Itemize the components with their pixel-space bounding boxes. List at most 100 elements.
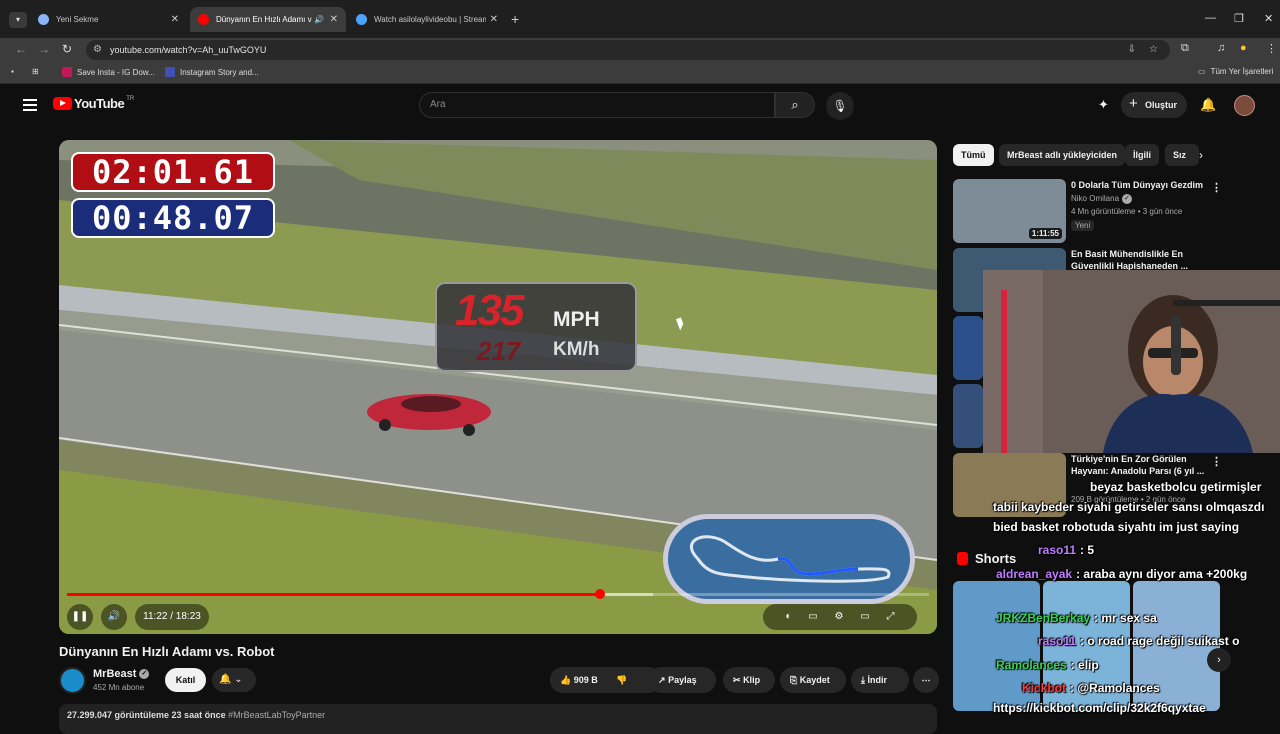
bookmark-instagram-story[interactable]: Instagram Story and... [165, 67, 259, 77]
all-bookmarks[interactable]: ▭ Tüm Yer İşaretleri [1198, 67, 1273, 76]
fullscreen-icon[interactable]: ⤢ [887, 611, 895, 622]
more-vertical-icon[interactable]: ⋮ [1211, 181, 1222, 194]
more-actions-button[interactable]: ⋯ [913, 667, 939, 693]
settings-gear-icon[interactable]: ⚙ [835, 611, 844, 622]
hashtags[interactable]: #MrBeastLabToyPartner [228, 710, 325, 720]
close-tab-icon[interactable]: ✕ [171, 14, 179, 25]
speaker-icon[interactable]: 🔊 [314, 15, 324, 24]
tab-youtube[interactable]: Dünyanın En Hızlı Adamı vs. 🔊 ✕ [190, 7, 346, 32]
bookmark-label: Instagram Story and... [180, 67, 259, 77]
bookmark-favicon-icon [165, 67, 175, 77]
description-box[interactable]: 27.299.047 görüntüleme 23 saat önce #MrB… [59, 704, 937, 734]
url-bar[interactable]: ⚙ youtube.com/watch?v=Ah_uuTwGOYU ⇩ ☆ [86, 40, 1170, 60]
thumbs-up-icon: 👍 [560, 675, 572, 685]
youtube-logo[interactable]: YouTube TR [53, 96, 134, 111]
clip-button[interactable]: ✂ Klip [723, 667, 775, 693]
video-thumbnail[interactable]: 1:11:55 [953, 179, 1066, 243]
subscription-bell-button[interactable]: 🔔 ⌄ [212, 668, 256, 692]
apps-grid-icon[interactable]: ⊞ [32, 67, 39, 76]
video-thumbnail[interactable] [953, 316, 983, 380]
window-close-icon[interactable]: ✕ [1264, 12, 1273, 25]
chip-all[interactable]: Tümü [953, 144, 994, 166]
recommendation-item[interactable]: 1:11:55 0 Dolarla Tüm Dünyayı Gezdim Nik… [953, 179, 1273, 243]
youtube-favicon-icon [198, 14, 209, 25]
video-player[interactable]: 02:01.61 00:48.07 135 MPH 217 KM/h ❚❚ 🔊 … [59, 140, 937, 634]
restore-icon[interactable]: ❐ [1234, 12, 1244, 25]
right-controls: ◐ ▭ ⚙ ▭ ⤢ [763, 604, 917, 630]
tab-new-tab[interactable]: Yeni Sekme ✕ [30, 7, 187, 32]
tab-stream[interactable]: Watch asilolaylivideobu | Stream ✕ [348, 7, 506, 32]
chat-message: aldrean_ayak: araba aynı diyor ama +200k… [996, 567, 1247, 581]
close-tab-icon[interactable]: ✕ [330, 14, 338, 25]
more-horizontal-icon: ⋯ [921, 675, 931, 685]
forward-icon[interactable]: → [38, 42, 50, 56]
shorts-header: Shorts [957, 551, 1016, 566]
webcam-frame [983, 270, 1280, 453]
channel-name[interactable]: MrBeast ✓ [93, 668, 150, 680]
extension-badge-icon[interactable]: ● [1240, 42, 1247, 54]
shorts-next-button[interactable]: › [1207, 648, 1231, 672]
autoplay-toggle[interactable]: ◐ [785, 611, 791, 622]
video-title: Dünyanın En Hızlı Adamı vs. Robot [59, 644, 275, 659]
search-button[interactable]: ⌕ [775, 92, 815, 118]
speed-mph-value: 135 [455, 286, 524, 335]
install-icon[interactable]: ⇩ [1128, 40, 1136, 60]
search-input[interactable]: Ara [419, 92, 775, 118]
studio-icon[interactable]: ✦ [1098, 97, 1109, 113]
all-bookmarks-label: Tüm Yer İşaretleri [1210, 67, 1274, 76]
browser-menu-icon[interactable]: ⋮ [1266, 42, 1277, 55]
theater-mode-icon[interactable]: ▭ [860, 611, 869, 622]
media-control-icon[interactable]: ♫ [1217, 42, 1225, 54]
scrubber-handle[interactable] [594, 589, 605, 599]
reload-icon[interactable]: ↻ [62, 42, 72, 56]
bookmark-save-insta[interactable]: Save Insta - IG Dow... [62, 67, 155, 77]
channel-avatar[interactable] [59, 667, 86, 694]
like-dislike-group: 👍 909 B 👎 [550, 667, 662, 693]
voice-search-button[interactable]: 🎙 [826, 92, 854, 120]
progress-bar[interactable] [67, 589, 929, 599]
download-label: İndir [867, 675, 888, 685]
bookmark-star-icon[interactable]: ☆ [1149, 40, 1158, 60]
back-icon[interactable]: ← [15, 42, 27, 56]
share-button[interactable]: ↗ Paylaş [648, 667, 716, 693]
download-icon: ⤓ [861, 675, 865, 685]
like-button[interactable]: 👍 909 B [560, 675, 598, 685]
site-info-icon[interactable]: ⚙ [93, 40, 102, 60]
chip-for-you[interactable]: Sız [1165, 144, 1199, 166]
share-label: Paylaş [668, 675, 697, 685]
recommendation-title: 0 Dolarla Tüm Dünyayı Gezdim [1071, 180, 1204, 190]
dislike-button[interactable]: 👎 [616, 675, 627, 685]
new-badge: Yeni [1071, 220, 1095, 231]
pause-button[interactable]: ❚❚ [67, 604, 93, 630]
minimize-icon[interactable]: — [1205, 12, 1216, 24]
recommendation-channel: Niko Omilana ✓ [1071, 194, 1133, 204]
microphone-icon: 🎙 [832, 99, 848, 113]
video-thumbnail[interactable] [953, 384, 983, 448]
notifications-bell-icon[interactable]: 🔔 [1200, 97, 1216, 113]
create-button[interactable]: Oluştur [1121, 91, 1187, 118]
chat-message: tabii kaybeder siyahi getirseler sansı o… [993, 500, 1264, 514]
join-button[interactable]: Katıl [165, 668, 206, 692]
subtitles-icon[interactable]: ▭ [808, 611, 817, 622]
save-button[interactable]: ⎘ Kaydet [780, 667, 846, 693]
hamburger-menu-icon[interactable] [23, 99, 37, 114]
recommendation-title: Türkiye'nin En Zor Görülen Hayvanı: Anad… [1071, 454, 1205, 476]
mute-button[interactable]: 🔊 [101, 604, 127, 630]
download-button[interactable]: ⤓ İndir [851, 667, 909, 693]
account-avatar[interactable] [1234, 95, 1255, 116]
chat-message: Kickbot: @Ramolances [1022, 681, 1160, 695]
chip-related[interactable]: İlgili [1125, 144, 1159, 166]
track-map-icon [690, 535, 891, 583]
new-tab-button[interactable]: + [511, 11, 519, 27]
chevron-right-icon: › [1217, 654, 1221, 666]
more-vertical-icon[interactable]: ⋮ [1211, 455, 1222, 468]
search-icon: ⌕ [791, 97, 799, 112]
close-tab-icon[interactable]: ✕ [490, 14, 498, 25]
sidebar-toggle-icon[interactable]: ▪ [11, 67, 14, 76]
chat-text: : araba aynı diyor ama +200kg [1076, 567, 1248, 581]
extensions-icon[interactable]: ⧉ [1181, 42, 1189, 55]
chevron-right-icon[interactable]: › [1199, 148, 1203, 162]
tab-search-button[interactable]: ▾ [9, 12, 27, 28]
chat-link[interactable]: https://kickbot.com/clip/32k2f6qyxtae [993, 701, 1206, 715]
chip-from-uploader[interactable]: MrBeast adlı yükleyiciden [999, 144, 1126, 166]
